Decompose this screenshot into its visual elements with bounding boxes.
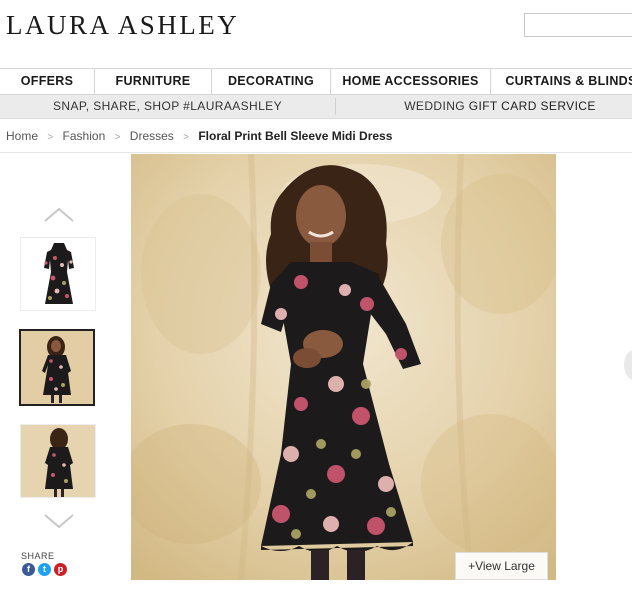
main-navigation: OFFERS FURNITURE DECORATING HOME ACCESSO… xyxy=(0,68,632,95)
model-photo xyxy=(131,154,556,580)
promo-snap-share-shop[interactable]: SNAP, SHARE, SHOP #LAURAASHLEY xyxy=(0,95,335,118)
breadcrumb-dresses[interactable]: Dresses xyxy=(130,129,174,143)
thumbnail-model-back[interactable] xyxy=(20,424,96,498)
breadcrumb-separator: > xyxy=(114,132,121,143)
site-header: LAURA ASHLEY xyxy=(0,0,632,68)
breadcrumb-fashion[interactable]: Fashion xyxy=(63,129,106,143)
promo-snap-text: SNAP, SHARE, SHOP xyxy=(53,99,184,113)
nav-item-furniture[interactable]: FURNITURE xyxy=(95,69,211,94)
promo-gift-card-text: GIFT CARD SERVICE xyxy=(468,99,596,113)
facebook-icon[interactable]: f xyxy=(22,563,35,576)
thumbnail-model-front-selected[interactable] xyxy=(19,329,95,406)
pinterest-icon[interactable]: p xyxy=(54,563,67,576)
model-front-image xyxy=(21,331,93,404)
promo-gift-card[interactable]: WEDDING GIFT CARD SERVICE xyxy=(336,95,632,118)
breadcrumb-separator: > xyxy=(47,132,54,143)
nav-item-curtains-blinds[interactable]: CURTAINS & BLINDS xyxy=(491,69,632,94)
product-main-image[interactable] xyxy=(131,154,556,580)
next-image-button[interactable] xyxy=(624,350,632,380)
promo-bar: SNAP, SHARE, SHOP #LAURAASHLEY WEDDING G… xyxy=(0,95,632,119)
view-large-button[interactable]: +View Large xyxy=(455,552,548,580)
breadcrumb-current: Floral Print Bell Sleeve Midi Dress xyxy=(198,129,393,143)
breadcrumb-divider xyxy=(0,152,632,153)
nav-item-home-accessories[interactable]: HOME ACCESSORIES xyxy=(331,69,490,94)
model-back-image xyxy=(21,425,95,497)
chevron-down-icon[interactable] xyxy=(44,514,74,528)
breadcrumb-separator: > xyxy=(183,132,189,143)
brand-logo[interactable]: LAURA ASHLEY xyxy=(6,10,239,41)
promo-wedding-text: WEDDING xyxy=(404,99,469,113)
promo-hashtag: #LAURAASHLEY xyxy=(183,99,282,113)
nav-item-offers[interactable]: OFFERS xyxy=(0,69,94,94)
nav-item-decorating[interactable]: DECORATING xyxy=(212,69,330,94)
search-input[interactable] xyxy=(524,13,632,37)
chevron-up-icon[interactable] xyxy=(44,208,74,222)
dress-flat-image xyxy=(21,238,95,310)
share-label: SHARE xyxy=(21,551,55,561)
twitter-icon[interactable]: t xyxy=(38,563,51,576)
breadcrumb-home[interactable]: Home xyxy=(6,129,38,143)
breadcrumb: Home > Fashion > Dresses > Floral Print … xyxy=(6,129,392,143)
thumbnail-front-flat[interactable] xyxy=(20,237,96,311)
